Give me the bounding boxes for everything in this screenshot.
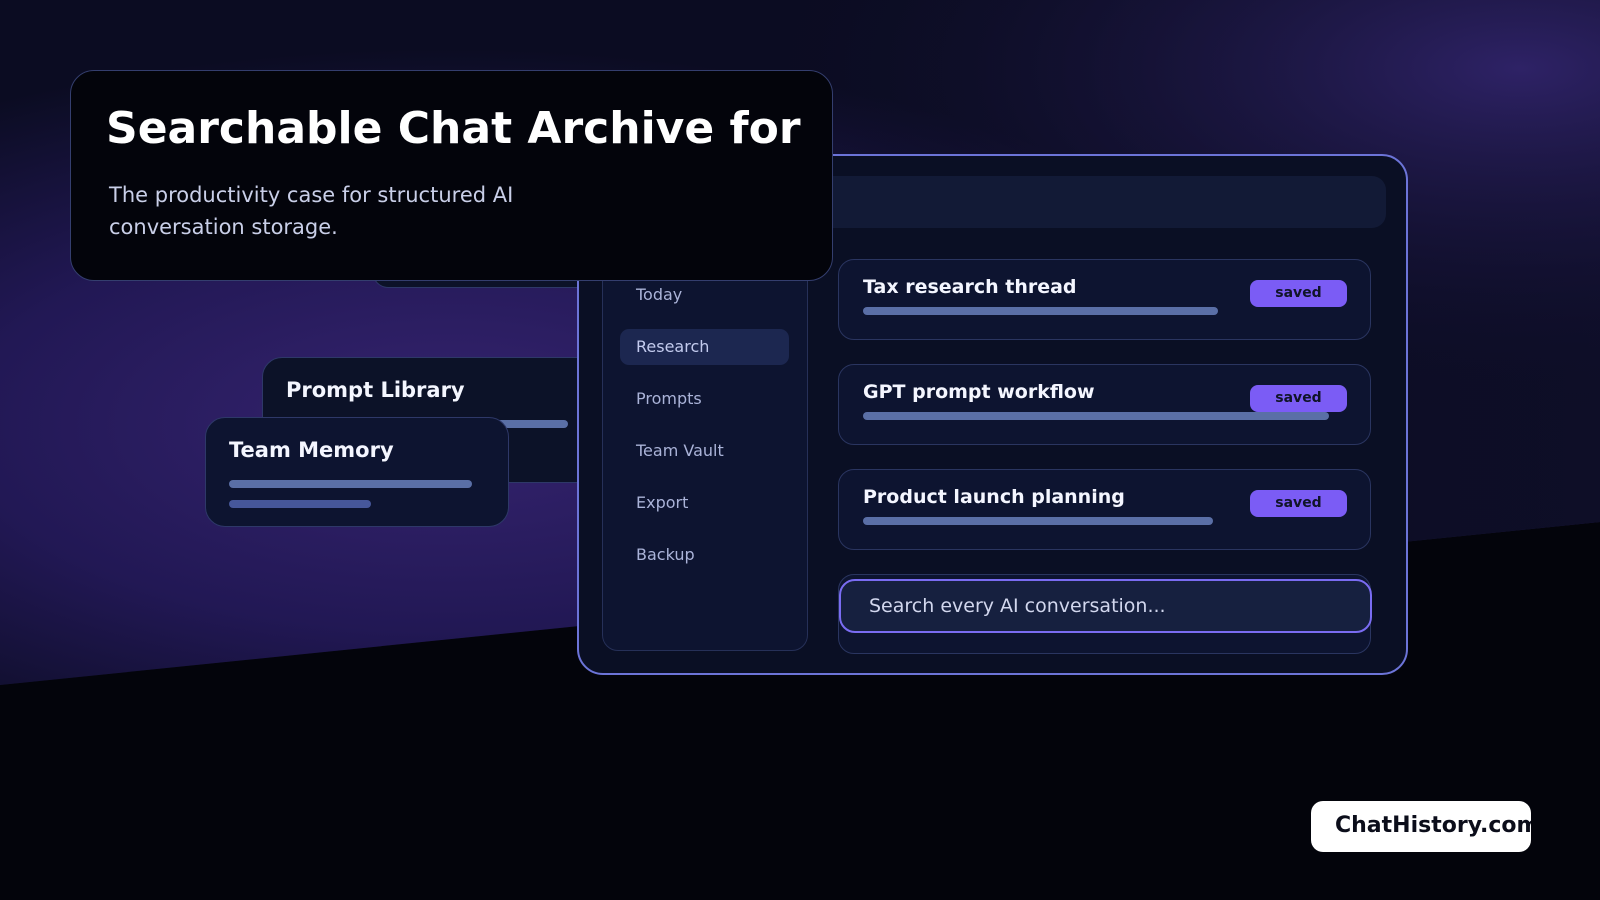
preview-bar [863,517,1213,525]
search-input[interactable] [839,579,1372,633]
preview-bar [229,500,371,508]
conversation-item[interactable]: Tax research thread saved [838,259,1371,340]
sidebar-item-today[interactable]: Today [620,277,789,313]
saved-badge: saved [1250,385,1347,412]
hero-title: Searchable Chat Archive for [106,103,801,154]
preview-bar [863,412,1329,420]
preview-bar [229,480,472,488]
sidebar: Today Research Prompts Team Vault Export… [602,256,808,651]
prompt-library-title: Prompt Library [286,378,465,402]
hero-subtitle: The productivity case for structured AI … [109,183,514,239]
brand-logo[interactable]: ChatHistory.com [1311,801,1531,852]
conversation-title: GPT prompt workflow [863,381,1095,403]
preview-bar [863,307,1218,315]
logo-text: ChatHistory.com [1335,813,1531,838]
saved-badge: saved [1250,490,1347,517]
conversation-title: Product launch planning [863,486,1125,508]
team-memory-title: Team Memory [229,438,394,462]
saved-badge: saved [1250,280,1347,307]
search-container [838,574,1372,654]
hero-card: Searchable Chat Archive for The producti… [70,70,833,281]
sidebar-item-team-vault[interactable]: Team Vault [620,433,789,469]
sidebar-item-prompts[interactable]: Prompts [620,381,789,417]
sidebar-item-research[interactable]: Research [620,329,789,365]
sidebar-item-backup[interactable]: Backup [620,537,789,573]
conversation-item[interactable]: GPT prompt workflow saved [838,364,1371,445]
sidebar-item-export[interactable]: Export [620,485,789,521]
conversation-item[interactable]: Product launch planning saved [838,469,1371,550]
team-memory-card[interactable]: Team Memory [205,417,509,527]
conversation-title: Tax research thread [863,276,1077,298]
